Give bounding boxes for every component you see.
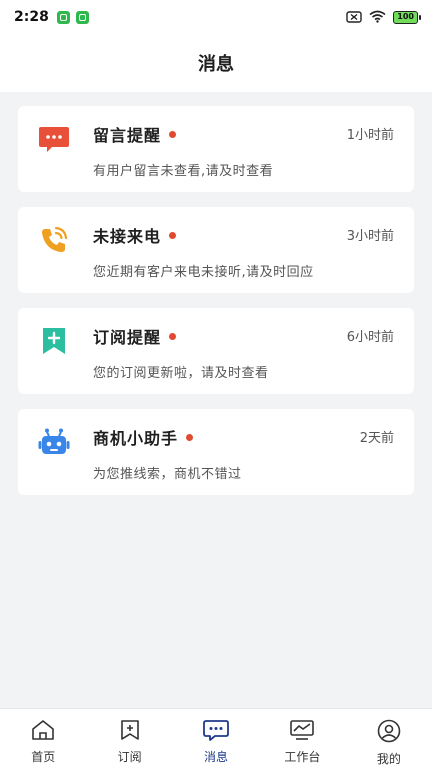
status-bar: 2:28 100 (0, 0, 432, 34)
message-card-subscriptions[interactable]: 订阅提醒 6小时前 您的订阅更新啦，请及时查看 (18, 308, 414, 394)
bottom-tab-bar: 首页 订阅 消息 工作台 我的 (0, 708, 432, 768)
battery-icon: 100 (393, 10, 421, 24)
wechat-notification-icon (56, 10, 70, 24)
message-title: 未接来电 (93, 227, 162, 246)
tab-label: 消息 (204, 750, 229, 764)
subscribe-icon (119, 719, 141, 745)
home-icon (31, 719, 55, 745)
tab-label: 订阅 (117, 750, 142, 764)
sim-off-icon (346, 8, 362, 27)
unread-dot (169, 130, 177, 138)
wifi-icon (369, 8, 386, 27)
message-time: 3小时前 (346, 229, 394, 244)
message-card-assistant[interactable]: 商机小助手 2天前 为您推线索，商机不错过 (18, 409, 414, 495)
message-description: 您的订阅更新啦，请及时查看 (93, 366, 269, 381)
tab-messages[interactable]: 消息 (173, 709, 259, 768)
tab-label: 我的 (376, 752, 401, 766)
status-time: 2:28 (14, 9, 49, 25)
message-card-missed-calls[interactable]: 未接来电 3小时前 您近期有客户来电未接听,请及时回应 (18, 207, 414, 293)
message-time: 2天前 (359, 431, 394, 446)
message-list: 留言提醒 1小时前 有用户留言未查看,请及时查看 未接来电 3小时前 您近期有客… (18, 106, 414, 510)
message-description: 您近期有客户来电未接听,请及时回应 (93, 265, 314, 280)
workbench-icon (289, 719, 315, 745)
tab-profile[interactable]: 我的 (346, 709, 432, 768)
page-title: 消息 (198, 54, 234, 75)
unread-dot (169, 231, 177, 239)
message-time: 1小时前 (346, 128, 394, 143)
bookmark-plus-icon (38, 325, 70, 357)
tab-label: 首页 (31, 750, 56, 764)
tab-label: 工作台 (284, 750, 321, 764)
message-title: 留言提醒 (93, 126, 162, 145)
phone-call-icon (38, 224, 70, 256)
app-notification-icon (75, 10, 89, 24)
tab-workbench[interactable]: 工作台 (259, 709, 345, 768)
message-title: 商机小助手 (93, 429, 179, 448)
profile-icon (377, 719, 401, 747)
message-description: 有用户留言未查看,请及时查看 (93, 164, 274, 179)
page-header: 消息 (0, 34, 432, 92)
unread-dot (186, 433, 194, 441)
tab-subscribe[interactable]: 订阅 (86, 709, 172, 768)
unread-dot (169, 332, 177, 340)
message-time: 6小时前 (346, 330, 394, 345)
robot-icon (38, 426, 70, 458)
message-card-comments[interactable]: 留言提醒 1小时前 有用户留言未查看,请及时查看 (18, 106, 414, 192)
tab-home[interactable]: 首页 (0, 709, 86, 768)
message-description: 为您推线索，商机不错过 (93, 467, 242, 482)
message-title: 订阅提醒 (93, 328, 162, 347)
message-icon (203, 719, 229, 745)
chat-bubble-icon (38, 123, 70, 155)
